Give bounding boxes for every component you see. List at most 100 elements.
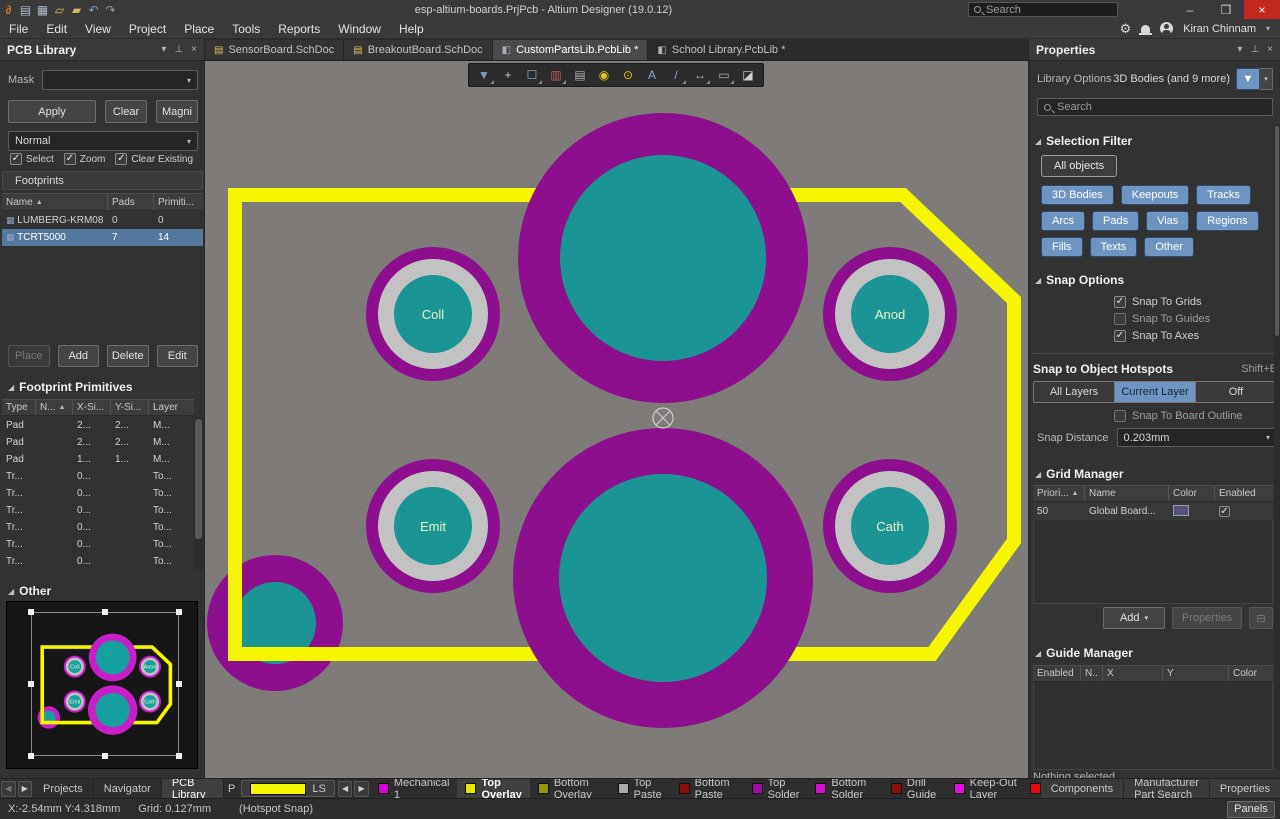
- save-all-icon[interactable]: ▦: [34, 1, 51, 19]
- footprint-primitives-section[interactable]: ◢ Footprint Primitives: [8, 380, 133, 394]
- layer-tab-top-overlay[interactable]: Top Overlay: [457, 779, 529, 799]
- footprint-row-tcrt5000[interactable]: ▦ TCRT5000 7 14: [2, 229, 203, 246]
- menu-place[interactable]: Place: [175, 22, 223, 36]
- filter-3d-bodies[interactable]: 3D Bodies: [1041, 185, 1114, 205]
- grid-properties-button[interactable]: Properties: [1172, 607, 1242, 629]
- grid-delete-trash-icon[interactable]: ⊟: [1249, 607, 1273, 629]
- filter-vias[interactable]: Vias: [1146, 211, 1189, 231]
- panel-tab-manufacturer-part-search[interactable]: Manufacturer Part Search: [1124, 779, 1210, 799]
- via-tool-icon[interactable]: ⊙: [617, 65, 639, 85]
- segment-current-layer[interactable]: Current Layer: [1115, 382, 1196, 402]
- panel-tab-truncated[interactable]: P: [224, 779, 239, 799]
- grid-enabled-checkbox[interactable]: ✓: [1219, 506, 1230, 517]
- component-tool-icon[interactable]: ▤: [569, 65, 591, 85]
- segment-all-layers[interactable]: All Layers: [1034, 382, 1115, 402]
- panel-tab-properties[interactable]: Properties: [1210, 779, 1280, 799]
- pad-array-tool-icon[interactable]: ▥: [545, 65, 567, 85]
- minimize-button[interactable]: –: [1172, 0, 1208, 19]
- list-mode-dropdown[interactable]: Normal▾: [8, 131, 198, 151]
- undo-icon[interactable]: ↶: [85, 1, 102, 19]
- panel-pin-icon[interactable]: ⊥: [174, 44, 183, 55]
- fill-tool-icon[interactable]: ◪: [737, 65, 759, 85]
- tab-breakoutboard[interactable]: ▤ BreakoutBoard.SchDoc: [344, 40, 492, 60]
- settings-gear-icon[interactable]: ⚙: [1120, 21, 1132, 37]
- snap-to-grids-checkbox[interactable]: ✓: [1114, 296, 1126, 308]
- tabs-scroll-left-icon[interactable]: ◀: [1, 781, 16, 797]
- menu-view[interactable]: View: [76, 22, 120, 36]
- menu-edit[interactable]: Edit: [37, 22, 76, 36]
- selection-handle[interactable]: [176, 609, 182, 615]
- filter-arcs[interactable]: Arcs: [1041, 211, 1085, 231]
- layer-tab-keep-out[interactable]: Keep-Out Layer: [946, 779, 1027, 799]
- tab-custompartslib[interactable]: ◧ CustomPartsLib.PcbLib *: [493, 40, 649, 60]
- guide-manager-section[interactable]: ◢ Guide Manager: [1035, 646, 1133, 660]
- primitives-table-header[interactable]: Type N...▲ X-Si... Y-Si... Layer: [2, 399, 194, 416]
- panel-pin-icon[interactable]: ⊥: [1250, 44, 1259, 55]
- snap-to-axes-checkbox[interactable]: ✓: [1114, 330, 1126, 342]
- filter-fills[interactable]: Fills: [1041, 237, 1083, 257]
- select-checkbox[interactable]: ✓: [10, 153, 22, 165]
- open-icon[interactable]: ▱: [51, 1, 68, 19]
- filter-toggle-button[interactable]: ▼: [1236, 68, 1260, 90]
- add-button[interactable]: Add: [58, 345, 100, 367]
- tabs-scroll-right-icon[interactable]: ▶: [18, 781, 33, 797]
- segment-off[interactable]: Off: [1196, 382, 1276, 402]
- selection-handle[interactable]: [102, 753, 108, 759]
- panel-tab-pcb-library[interactable]: PCB Library: [162, 779, 224, 799]
- layer-tab-bottom-overlay[interactable]: Bottom Overlay: [530, 779, 610, 799]
- redo-icon[interactable]: ↷: [102, 1, 119, 19]
- line-tool-icon[interactable]: /: [665, 65, 687, 85]
- notifications-bell-icon[interactable]: [1141, 25, 1150, 33]
- object-kinds-value[interactable]: 3D Bodies (and 9 more): [1113, 73, 1230, 85]
- selection-handle[interactable]: [176, 681, 182, 687]
- panel-dropdown-icon[interactable]: ▾: [1237, 44, 1242, 55]
- selection-handle[interactable]: [28, 753, 34, 759]
- select-area-tool-icon[interactable]: ☐: [521, 65, 543, 85]
- current-layer-badge[interactable]: LS: [241, 780, 334, 797]
- filter-tool-icon[interactable]: ▼: [473, 65, 495, 85]
- clear-button[interactable]: Clear: [105, 100, 147, 123]
- snap-options-section[interactable]: ◢ Snap Options: [1035, 273, 1124, 287]
- grid-row-global-board[interactable]: 50 Global Board... ✓: [1033, 503, 1273, 520]
- layer-tab-mechanical-1[interactable]: Mechanical 1: [370, 779, 458, 799]
- move-tool-icon[interactable]: +: [497, 65, 519, 85]
- panel-close-icon[interactable]: ×: [1267, 44, 1273, 55]
- menu-window[interactable]: Window: [329, 22, 390, 36]
- filter-other[interactable]: Other: [1144, 237, 1194, 257]
- global-search-input[interactable]: Search: [968, 2, 1118, 17]
- grid-add-button[interactable]: Add▾: [1103, 607, 1165, 629]
- tab-sensorboard[interactable]: ▤ SensorBoard.SchDoc: [205, 40, 344, 60]
- dimension-tool-icon[interactable]: ↔: [689, 65, 711, 85]
- snap-to-board-outline-checkbox[interactable]: ✓: [1114, 410, 1126, 422]
- coordinate-tool-icon[interactable]: ▭: [713, 65, 735, 85]
- snap-to-guides-checkbox[interactable]: ✓: [1114, 313, 1126, 325]
- properties-scrollbar[interactable]: [1274, 124, 1280, 769]
- layers-scroll-left-icon[interactable]: ◀: [338, 781, 353, 797]
- panel-dropdown-icon[interactable]: ▾: [161, 44, 166, 55]
- filter-dropdown-icon[interactable]: ▾: [1260, 68, 1273, 90]
- layers-scroll-right-icon[interactable]: ▶: [354, 781, 369, 797]
- filter-pads[interactable]: Pads: [1092, 211, 1139, 231]
- delete-button[interactable]: Delete: [107, 345, 149, 367]
- selection-handle[interactable]: [176, 753, 182, 759]
- pcb-editor-canvas[interactable]: Coll Anod Emit Cath ▼ + ☐ ▥ ▤ ◉ ⊙ A / ↔ …: [205, 61, 1028, 778]
- panels-button[interactable]: Panels: [1227, 801, 1275, 818]
- grid-manager-section[interactable]: ◢ Grid Manager: [1035, 467, 1124, 481]
- footprint-row-lumberg[interactable]: ▦ LUMBERG-KRM08 0 0: [2, 212, 203, 229]
- snap-distance-dropdown[interactable]: 0.203mm▾: [1117, 428, 1277, 447]
- filter-tracks[interactable]: Tracks: [1196, 185, 1251, 205]
- all-objects-button[interactable]: All objects: [1041, 155, 1117, 177]
- primitives-table-body[interactable]: Pad2...2...M... Pad2...2...M... Pad1...1…: [2, 417, 194, 570]
- clear-existing-checkbox[interactable]: ✓: [115, 153, 127, 165]
- other-section[interactable]: ◢ Other: [8, 584, 51, 598]
- filter-texts[interactable]: Texts: [1090, 237, 1138, 257]
- grid-color-swatch[interactable]: [1173, 505, 1189, 516]
- menu-project[interactable]: Project: [120, 22, 175, 36]
- place-button[interactable]: Place: [8, 345, 50, 367]
- text-tool-icon[interactable]: A: [641, 65, 663, 85]
- maximize-button[interactable]: ❒: [1208, 0, 1244, 19]
- menu-reports[interactable]: Reports: [269, 22, 329, 36]
- mask-dropdown[interactable]: ▾: [42, 70, 198, 90]
- panel-close-icon[interactable]: ×: [191, 44, 197, 55]
- guide-manager-table-header[interactable]: Enabled N.. X Y Color: [1033, 665, 1273, 682]
